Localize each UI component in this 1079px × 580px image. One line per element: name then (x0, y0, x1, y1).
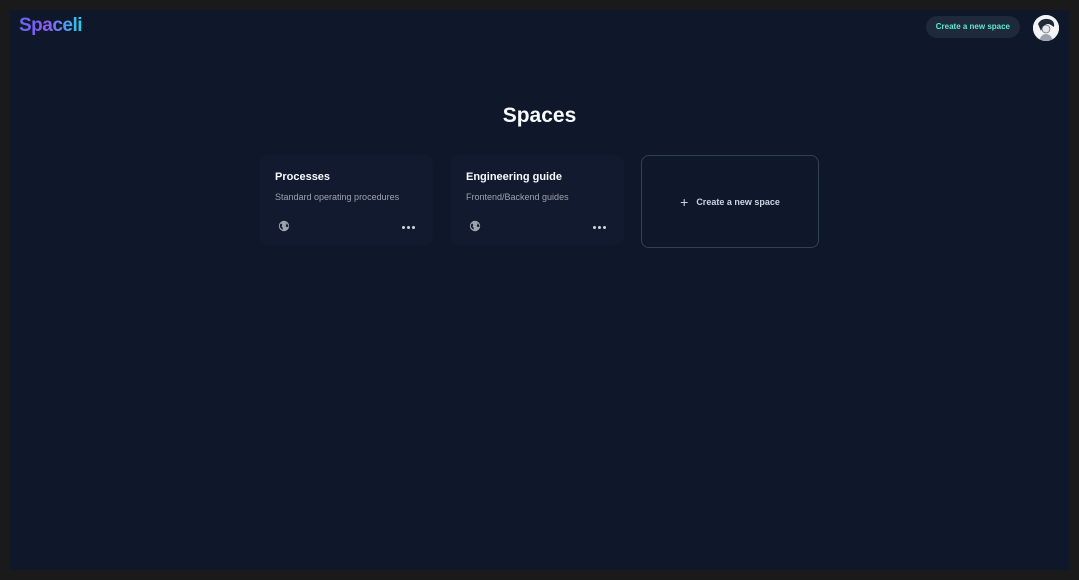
top-navigation-bar: Spaceli Create a new space (10, 10, 1069, 46)
app-window: Spaceli Create a new space Spaces Proces… (0, 0, 1079, 580)
space-name: Engineering guide (466, 171, 562, 183)
page-title: Spaces (502, 104, 577, 127)
user-avatar[interactable] (1033, 15, 1059, 41)
space-card-engineering-guide[interactable]: Engineering guide Frontend/Backend guide… (451, 155, 624, 245)
plus-icon: + (680, 193, 689, 210)
create-new-space-label: Create a new space (696, 196, 780, 207)
more-horizontal-icon[interactable] (589, 219, 609, 235)
space-card-footer (275, 219, 418, 235)
space-description: Frontend/Backend guides (466, 192, 569, 202)
spaces-grid: Processes Standard operating procedures … (260, 155, 820, 250)
space-card-footer (466, 219, 609, 235)
more-horizontal-icon[interactable] (398, 219, 418, 235)
avatar-image (1033, 15, 1059, 41)
space-name: Processes (275, 171, 331, 183)
app-logo[interactable]: Spaceli (19, 15, 83, 37)
globe-icon (469, 220, 481, 232)
globe-icon (278, 220, 290, 232)
space-card-processes[interactable]: Processes Standard operating procedures (260, 155, 433, 245)
create-new-space-card[interactable]: + Create a new space (641, 155, 819, 248)
space-description: Standard operating procedures (275, 192, 400, 202)
create-new-space-button[interactable]: Create a new space (925, 16, 1020, 38)
